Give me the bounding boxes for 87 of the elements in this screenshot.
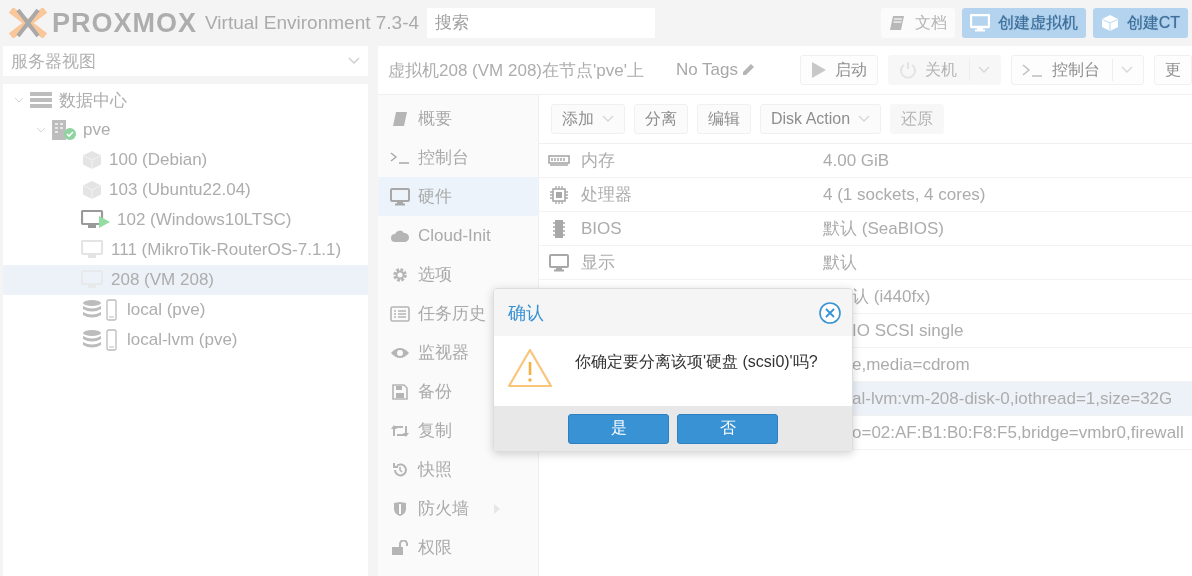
header-button[interactable]: 文档 <box>880 8 955 38</box>
hardware-value: al-lvm:vm-208-disk-0,iothread=1,size=32G <box>852 388 1173 409</box>
chevron-down-icon <box>1121 66 1133 74</box>
nav-item[interactable]: 备份 <box>378 372 538 411</box>
nav-item[interactable]: 防火墙 <box>378 489 538 528</box>
cube-icon <box>81 180 103 200</box>
chevron-down-icon <box>858 115 871 123</box>
toolbar-button[interactable]: 控制台 <box>1011 55 1144 85</box>
book-icon <box>392 110 408 127</box>
close-icon[interactable] <box>818 300 842 325</box>
header-button[interactable]: 创建CT <box>1092 8 1188 38</box>
nav-item[interactable]: 监视器 <box>378 333 538 372</box>
chip-icon <box>552 218 566 239</box>
terminal-icon <box>1022 62 1044 78</box>
nav-item[interactable]: Cloud-Init <box>378 216 538 255</box>
tree-item[interactable]: pve <box>3 115 368 145</box>
cloud-icon <box>390 228 410 243</box>
hardware-value: IO SCSI single <box>852 320 964 341</box>
hardware-value: o=02:AF:B1:B0:F8:F5,bridge=vmbr0,firewall <box>852 422 1184 443</box>
server-rack-icon <box>29 91 53 109</box>
toolbar-button[interactable]: Disk Action <box>760 104 882 134</box>
nav-item[interactable]: 复制 <box>378 411 538 450</box>
tree-item[interactable]: 208 (VM 208) <box>3 265 368 295</box>
monitor-play-icon <box>81 210 111 230</box>
product-version: Virtual Environment 7.3-4 <box>205 12 420 34</box>
hardware-name: 显示 <box>580 252 616 274</box>
chevron-down-icon <box>978 66 990 74</box>
cube-icon <box>1100 14 1119 32</box>
dialog-button[interactable]: 是 <box>568 413 669 444</box>
tree-item[interactable]: 数据中心 <box>3 85 368 115</box>
history-icon <box>392 461 408 478</box>
nav-item[interactable]: 控制台 <box>378 138 538 177</box>
chevron-down-icon <box>348 57 360 65</box>
view-dropdown[interactable]: 服务器视图 <box>3 46 368 76</box>
tree-item[interactable]: 102 (Windows10LTSC) <box>3 205 368 235</box>
play-icon <box>811 61 827 79</box>
book-icon <box>888 14 907 32</box>
list-icon <box>390 305 410 322</box>
chevron-down-icon <box>602 115 614 123</box>
hardware-value: 4 (1 sockets, 4 cores) <box>823 184 986 205</box>
monitor-icon <box>81 240 105 260</box>
logo-text: PROXMOX <box>52 7 198 39</box>
toolbar-button[interactable]: 更 <box>1154 55 1192 85</box>
unlock-icon <box>391 539 409 556</box>
tags-button[interactable]: No Tags <box>675 60 756 80</box>
toolbar-button[interactable]: 添加 <box>551 104 625 134</box>
nav-item[interactable]: 硬件 <box>378 177 538 216</box>
toolbar-button[interactable]: 分离 <box>634 104 688 134</box>
nav-item[interactable]: 快照 <box>378 450 538 489</box>
shield-icon <box>393 500 407 517</box>
cube-icon <box>81 150 103 170</box>
tree-item[interactable]: 103 (Ubuntu22.04) <box>3 175 368 205</box>
terminal-icon <box>390 150 410 165</box>
hardware-name: BIOS <box>580 218 623 239</box>
settings-icon <box>392 266 408 283</box>
tree-item[interactable]: 100 (Debian) <box>3 145 368 175</box>
warning-icon <box>507 348 553 388</box>
cpu-icon <box>549 184 569 205</box>
hardware-value: e,media=cdrom <box>852 354 970 375</box>
dialog-button[interactable]: 否 <box>677 413 778 444</box>
eye-icon <box>390 345 410 360</box>
hardware-value: 默认 <box>823 252 857 274</box>
monitor-icon <box>549 253 569 272</box>
memory-icon <box>548 154 570 167</box>
building-check-icon <box>51 119 77 141</box>
search-field[interactable]: 搜索 <box>427 8 656 38</box>
nav-item[interactable]: 选项 <box>378 255 538 294</box>
toolbar-button[interactable]: 编辑 <box>697 104 751 134</box>
tree-item[interactable]: 111 (MikroTik-RouterOS-7.1.1) <box>3 235 368 265</box>
dialog-title: 确认 <box>508 301 544 325</box>
hardware-value: 4.00 GiB <box>823 150 890 171</box>
vm-title: 虚拟机208 (VM 208)在节点'pve'上 <box>388 59 644 82</box>
nav-item[interactable]: 权限 <box>378 528 538 567</box>
monitor-icon <box>390 187 410 206</box>
repeat-arrows-icon <box>390 423 410 438</box>
hardware-name: 处理器 <box>580 184 633 206</box>
hardware-value: 认 (i440fx) <box>852 286 931 308</box>
nav-item[interactable]: 概要 <box>378 99 538 138</box>
logo-icon <box>8 8 48 38</box>
monitor-icon <box>969 14 990 32</box>
toolbar-button[interactable]: 启动 <box>800 55 878 85</box>
hardware-value: 默认 (SeaBIOS) <box>823 218 944 240</box>
header-button[interactable]: 创建虚拟机 <box>961 8 1086 38</box>
tree-item[interactable]: local (pve) <box>3 295 368 325</box>
dialog-message: 你确定要分离该项'硬盘 (scsi0)'吗? <box>575 352 818 372</box>
tree-item[interactable]: local-lvm (pve) <box>3 325 368 355</box>
hardware-name: 内存 <box>580 150 616 172</box>
